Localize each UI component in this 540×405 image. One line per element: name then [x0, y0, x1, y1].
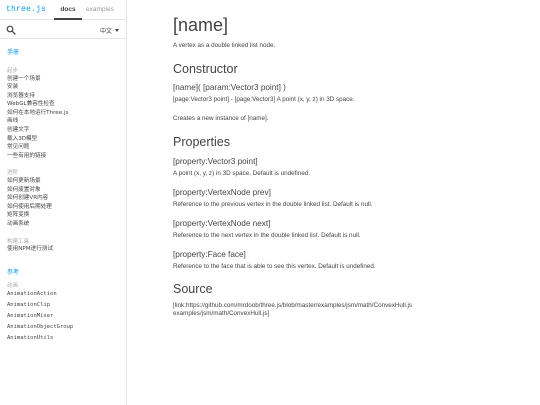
- chevron-down-icon: [115, 29, 119, 32]
- sidebar-item-update-things[interactable]: 如何更新场景: [7, 177, 125, 186]
- doc-content: [name] A vertex as a double linked list …: [173, 14, 533, 318]
- source-link-line: examples/jsm/math/ConvexHull.js]: [173, 310, 270, 317]
- category-title-advanced: 进阶: [7, 170, 19, 177]
- sidebar-item-post-processing[interactable]: 如何使用后期处理: [7, 203, 125, 212]
- property-description: Reference to the face that is able to se…: [173, 263, 376, 270]
- language-select-value: 中文: [99, 28, 112, 35]
- sidebar-item-animation-clip[interactable]: AnimationClip: [7, 300, 125, 311]
- property-name: [property:VertexNode next]: [173, 219, 271, 228]
- source-heading: Source: [173, 282, 213, 296]
- search-icon[interactable]: [6, 25, 16, 35]
- constructor-signature: [name]( [param:Vector3 point] ): [173, 83, 286, 92]
- sidebar-item-creating-text[interactable]: 创建文字: [7, 126, 125, 135]
- constructor-heading: Constructor: [173, 62, 238, 76]
- sidebar-item-faq[interactable]: 常见问题: [7, 143, 125, 152]
- sidebar-item-creating-a-scene[interactable]: 创建一个场景: [7, 75, 125, 84]
- reference-section-title: 参考: [7, 268, 20, 276]
- sidebar-item-dispose-objects[interactable]: 如何废置对象: [7, 186, 125, 195]
- properties-heading: Properties: [173, 135, 230, 149]
- constructor-param: [page:Vector3 point] - [page:Vector3] A …: [173, 96, 355, 103]
- sidebar-item-browser-support[interactable]: 浏览器支持: [7, 92, 125, 101]
- sidebar-item-animation-utils[interactable]: AnimationUtils: [7, 333, 125, 344]
- language-select[interactable]: 中文: [100, 26, 119, 35]
- property-name: [property:Face face]: [173, 250, 246, 259]
- source-link-line: [link:https://github.com/mrdoob/three.js…: [173, 302, 413, 309]
- sidebar-item-loading-3d-models[interactable]: 载入3D模型: [7, 135, 125, 144]
- property-description: A point (x, y, z) in 3D space. Default i…: [173, 170, 311, 177]
- source-link[interactable]: [link:https://github.com/mrdoob/three.js…: [173, 302, 533, 318]
- category-title-animation: 动画: [7, 282, 19, 289]
- category-title-getting-started: 起步: [7, 68, 19, 74]
- sidebar-item-installation[interactable]: 安装: [7, 83, 125, 92]
- category-title-build-tools: 构建工具: [7, 238, 30, 245]
- sidebar-item-testing-with-npm[interactable]: 使用NPM进行测试: [7, 245, 125, 254]
- tab-docs[interactable]: docs: [54, 0, 82, 20]
- property-name: [property:Vector3 point]: [173, 157, 258, 166]
- page-description: A vertex as a double linked list node.: [173, 42, 276, 49]
- brand-logo-link[interactable]: three.js: [6, 5, 46, 14]
- sidebar-item-animation-object-group[interactable]: AnimationObjectGroup: [7, 322, 125, 333]
- sidebar-item-drawing-lines[interactable]: 画线: [7, 117, 125, 126]
- sidebar-item-webgl-compatibility-check[interactable]: WebGL兼容性检查: [7, 100, 125, 109]
- constructor-description: Creates a new instance of [name].: [173, 115, 269, 122]
- sidebar-item-animation-mixer[interactable]: AnimationMixer: [7, 311, 125, 322]
- sidebar-item-useful-links[interactable]: 一些有用的链接: [7, 152, 125, 161]
- tab-examples[interactable]: examples: [86, 0, 114, 20]
- sidebar-item-animation-action[interactable]: AnimationAction: [7, 289, 125, 300]
- sidebar-item-matrix-transformations[interactable]: 矩阵变换: [7, 211, 125, 220]
- sidebar-item-vr-content[interactable]: 如何创建VR内容: [7, 194, 125, 203]
- page-title: [name]: [173, 15, 229, 35]
- sidebar: three.js docs examples 中文 手册 起步 创建一个场景 安…: [0, 0, 127, 405]
- sidebar-item-animation-system[interactable]: 动画系统: [7, 220, 125, 229]
- sidebar-nav: 手册 起步 创建一个场景 安装 浏览器支持 WebGL兼容性检查 如何在本地运行…: [7, 47, 125, 344]
- manual-section-title: 手册: [7, 49, 20, 56]
- sidebar-item-run-locally[interactable]: 如何在本地运行Three.js: [7, 109, 125, 118]
- property-description: Reference to the next vertex in the doub…: [173, 232, 361, 239]
- property-name: [property:VertexNode prev]: [173, 188, 271, 197]
- sidebar-header: three.js docs examples: [0, 0, 126, 20]
- search-bar: 中文: [0, 21, 126, 39]
- property-description: Reference to the previous vertex in the …: [173, 201, 373, 208]
